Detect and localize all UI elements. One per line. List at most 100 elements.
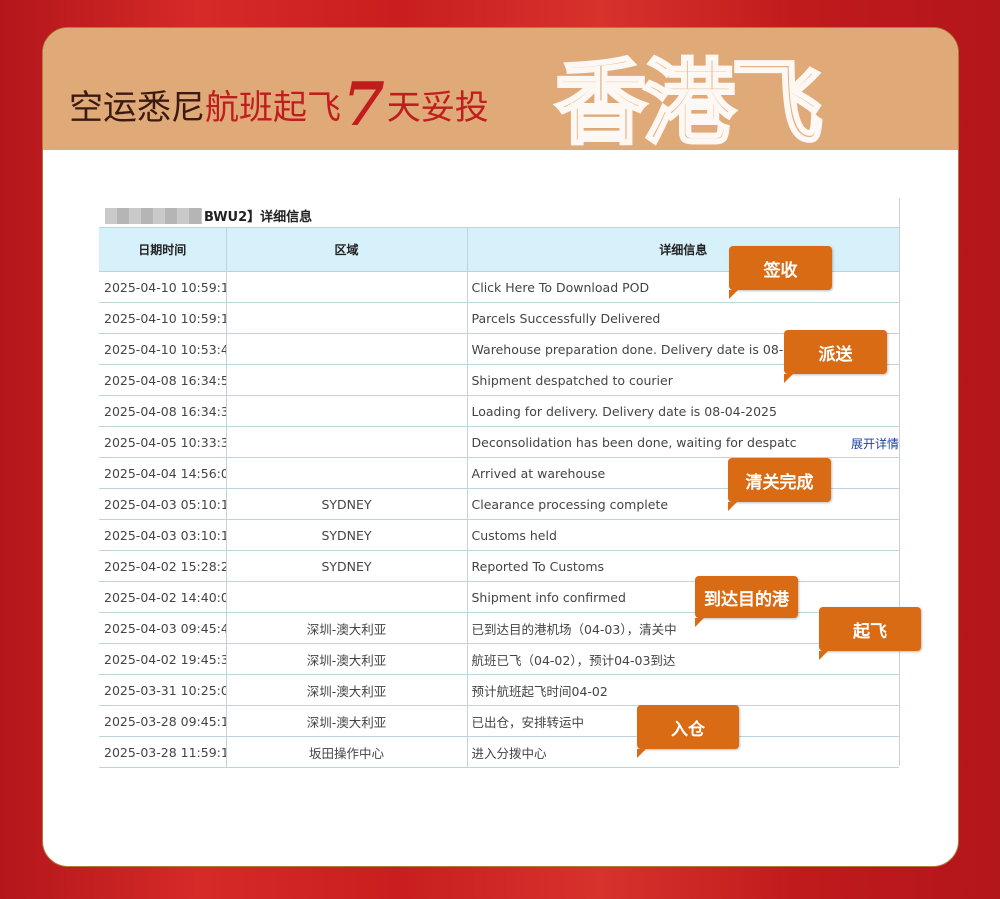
cell-region [226, 271, 468, 303]
cell-region [226, 395, 468, 427]
cell-region: SYDNEY [226, 488, 468, 520]
cell-detail: Click Here To Download POD [467, 271, 899, 303]
banner-title-part3: 天妥投 [386, 88, 489, 128]
cell-datetime-text: 2025-04-10 10:59:13 [104, 279, 226, 295]
cell-detail-text: Parcels Successfully Delivered [471, 310, 661, 326]
cell-datetime: 2025-04-03 03:10:16 [99, 519, 227, 551]
table-row: 2025-04-10 10:53:49 Warehouse preparation… [99, 333, 899, 365]
cell-region-text: 深圳-澳大利亚 [306, 652, 387, 668]
cell-region [226, 581, 468, 613]
tag-takeoff: 起飞 [819, 607, 921, 660]
column-header-region: 区域 [226, 227, 468, 272]
cell-region-text: 坂田操作中心 [308, 745, 384, 761]
column-header-detail: 详细信息 [467, 227, 899, 272]
cell-detail-text: Loading for delivery. Delivery date is 0… [471, 403, 777, 419]
cell-region: 深圳-澳大利亚 [226, 705, 468, 737]
cell-detail-text: Arrived at warehouse [471, 465, 606, 481]
cell-detail-text: 预计航班起飞时间04-02 [471, 683, 608, 699]
cell-region-text: SYDNEY [321, 558, 372, 574]
cell-detail-text: 航班已飞（04-02），预计04-03到达 [471, 652, 676, 668]
cell-region-text: 深圳-澳大利亚 [306, 714, 387, 730]
cell-datetime: 2025-04-04 14:56:00 [99, 457, 227, 489]
table-row: 2025-03-28 11:59:13 坂田操作中心 进入分拨中心 [99, 736, 899, 768]
cell-region-text: SYDNEY [321, 527, 372, 543]
table-row: 2025-04-08 16:34:51 Shipment despatched t… [99, 364, 899, 396]
cell-datetime: 2025-04-08 16:34:51 [99, 364, 227, 396]
cell-region: 坂田操作中心 [226, 736, 468, 768]
cell-datetime-text: 2025-03-31 10:25:07 [104, 682, 226, 698]
table-right-border [899, 198, 900, 766]
banner-watermark: 香港飞 [553, 50, 824, 157]
cell-datetime: 2025-04-05 10:33:31 [99, 426, 227, 458]
cell-region [226, 457, 468, 489]
cell-detail-text: Shipment despatched to courier [471, 372, 673, 388]
table-row: 2025-04-10 10:59:13 Parcels Successfully … [99, 302, 899, 334]
table-row: 2025-03-31 10:25:07 深圳-澳大利亚 预计航班起飞时间04-02 [99, 674, 899, 706]
cell-datetime: 2025-03-28 11:59:13 [99, 736, 227, 768]
table-row: 2025-04-02 19:45:31 深圳-澳大利亚 航班已飞（04-02），预计… [99, 643, 899, 675]
table-caption: BWU2】详细信息 [105, 206, 312, 225]
cell-datetime-text: 2025-04-10 10:59:13 [104, 310, 226, 326]
table-row: 2025-04-03 03:10:16 SYDNEY Customs held [99, 519, 899, 551]
cell-region [226, 426, 468, 458]
cell-detail: Arrived at warehouse [467, 457, 899, 489]
tag-signed: 签收 [729, 246, 832, 299]
cell-datetime-text: 2025-04-02 15:28:23 [104, 558, 226, 574]
cell-region: 深圳-澳大利亚 [226, 612, 468, 644]
cell-detail: Deconsolidation has been done, waiting f… [467, 426, 899, 458]
cell-detail: 预计航班起飞时间04-02 [467, 674, 899, 706]
cell-detail-text: 已出仓，安排转运中 [471, 714, 585, 730]
cell-detail-text: Warehouse preparation done. Delivery dat… [471, 341, 800, 357]
table-row: 2025-03-28 09:45:14 深圳-澳大利亚 已出仓，安排转运中 [99, 705, 899, 737]
cell-datetime: 2025-04-10 10:53:49 [99, 333, 227, 365]
tag-delivery: 派送 [784, 330, 887, 383]
promo-banner: 空运悉尼航班起飞7天妥投 香港飞 [43, 28, 958, 157]
cell-detail-text: Click Here To Download POD [471, 279, 650, 295]
table-row: 2025-04-05 10:33:31 Deconsolidation has b… [99, 426, 899, 458]
cell-region-text: 深圳-澳大利亚 [306, 621, 387, 637]
cell-datetime-text: 2025-04-08 16:34:51 [104, 372, 226, 388]
cell-region [226, 302, 468, 334]
cell-datetime: 2025-04-03 09:45:49 [99, 612, 227, 644]
table-row: 2025-04-08 16:34:34 Loading for delivery.… [99, 395, 899, 427]
tag-cleared: 清关完成 [728, 458, 831, 511]
tracking-card: 空运悉尼航班起飞7天妥投 香港飞 BWU2】详细信息 日期时间 区域 详细信息 … [42, 27, 959, 867]
cell-datetime-text: 2025-04-08 16:34:34 [104, 403, 226, 419]
cell-region [226, 333, 468, 365]
expand-details-link[interactable]: 展开详情 [851, 435, 899, 452]
cell-detail: Clearance processing complete [467, 488, 899, 520]
cell-detail: Loading for delivery. Delivery date is 0… [467, 395, 899, 427]
cell-datetime-text: 2025-04-02 19:45:31 [104, 651, 226, 667]
cell-detail: Customs held [467, 519, 899, 551]
cell-datetime-text: 2025-04-02 14:40:07 [104, 589, 226, 605]
cell-detail: Reported To Customs [467, 550, 899, 582]
cell-detail: Parcels Successfully Delivered [467, 302, 899, 334]
tag-arrived: 到达目的港 [695, 576, 798, 627]
cell-detail-text: Clearance processing complete [471, 496, 669, 512]
cell-datetime: 2025-04-02 14:40:07 [99, 581, 227, 613]
column-header-datetime: 日期时间 [99, 227, 227, 272]
banner-title-part1: 空运悉尼 [69, 88, 205, 128]
cell-detail-text: 进入分拨中心 [471, 745, 547, 761]
cell-datetime: 2025-03-28 09:45:14 [99, 705, 227, 737]
cell-datetime-text: 2025-04-05 10:33:31 [104, 434, 226, 450]
cell-detail-text: Reported To Customs [471, 558, 605, 574]
cell-datetime-text: 2025-04-03 09:45:49 [104, 620, 226, 636]
banner-title-part2: 航班起飞 [205, 88, 341, 128]
cell-datetime: 2025-04-03 05:10:17 [99, 488, 227, 520]
cell-datetime-text: 2025-03-28 09:45:14 [104, 713, 226, 729]
cell-detail-text: Shipment info confirmed [471, 589, 626, 605]
banner-title-number: 7 [343, 70, 385, 140]
cell-region: 深圳-澳大利亚 [226, 674, 468, 706]
cell-region-text: SYDNEY [321, 496, 372, 512]
cell-region: 深圳-澳大利亚 [226, 643, 468, 675]
cell-detail-text: Customs held [471, 527, 557, 543]
cell-region: SYDNEY [226, 519, 468, 551]
cell-datetime-text: 2025-04-03 03:10:16 [104, 527, 226, 543]
cell-datetime-text: 2025-04-03 05:10:17 [104, 496, 226, 512]
cell-datetime: 2025-04-10 10:59:13 [99, 271, 227, 303]
cell-datetime-text: 2025-04-04 14:56:00 [104, 465, 226, 481]
cell-region [226, 364, 468, 396]
cell-datetime-text: 2025-03-28 11:59:13 [104, 744, 226, 760]
cell-datetime-text: 2025-04-10 10:53:49 [104, 341, 226, 357]
